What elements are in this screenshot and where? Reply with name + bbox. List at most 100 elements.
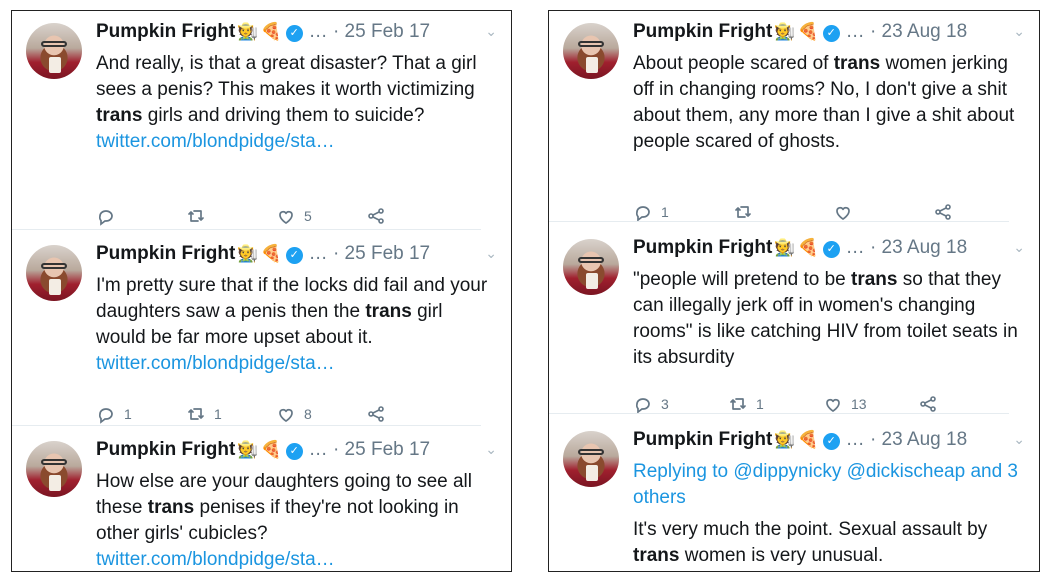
tweet-timestamp[interactable]: … · 23 Aug 18	[846, 21, 967, 42]
likes-count: 8	[304, 406, 312, 422]
avatar[interactable]	[26, 245, 82, 301]
author-name[interactable]: Pumpkin Fright	[633, 429, 772, 450]
tweet-content: "people will pretend to be trans so that…	[633, 267, 1025, 371]
tweet-header: Pumpkin Fright 🧑‍🌾 🍕 ✓ … · 25 Feb 17 ⌄	[96, 439, 497, 465]
tweet-text-span: girls and driving them to suicide?	[142, 105, 425, 126]
pizza-emoji-icon: 🍕	[797, 430, 819, 449]
avatar[interactable]	[563, 239, 619, 295]
share-button[interactable]	[366, 402, 386, 426]
replying-to[interactable]: Replying to @dippynicky @dickischeap and…	[633, 459, 1025, 511]
tweet-content: About people scared of trans women jerki…	[633, 51, 1025, 155]
retweet-button[interactable]	[186, 204, 206, 228]
tweet-body: Pumpkin Fright 🧑‍🌾 🍕 ✓ … · 23 Aug 18 ⌄ "people…	[633, 237, 1025, 414]
tweet-header: Pumpkin Fright 🧑‍🌾 🍕 ✓ … · 23 Aug 18 ⌄	[633, 237, 1025, 263]
tweet[interactable]: Pumpkin Fright 🧑‍🌾 🍕 ✓ … · 23 Aug 18 ⌄ "people…	[549, 233, 1039, 414]
tweet-content: And really, is that a great disaster? Th…	[96, 51, 497, 155]
share-icon	[368, 208, 384, 224]
avatar-glasses	[578, 41, 604, 47]
tweet-timestamp[interactable]: … · 23 Aug 18	[846, 237, 967, 258]
right-tweet-panel: Pumpkin Fright 🧑‍🌾 🍕 ✓… · 23 Aug 18 ⌄ About p…	[548, 10, 1040, 572]
avatar[interactable]	[563, 431, 619, 487]
tweet-link[interactable]: twitter.com/blondpidge/sta…	[96, 131, 335, 152]
share-button[interactable]	[366, 204, 386, 228]
tweet-text-span: "people will pretend to be	[633, 269, 851, 290]
tweet-timestamp[interactable]: … · 25 Feb 17	[309, 243, 430, 264]
reply-icon	[98, 210, 113, 226]
highlighted-term: trans	[147, 497, 195, 518]
pizza-emoji-icon: 🍕	[260, 22, 282, 41]
farmer-emoji-icon: 🧑‍🌾	[774, 430, 796, 449]
highlighted-term: trans	[851, 269, 898, 290]
chevron-down-icon[interactable]: ⌄	[1013, 239, 1025, 256]
tweet-header: Pumpkin Fright 🧑‍🌾 🍕 ✓ … · 25 Feb 17 ⌄	[96, 21, 497, 47]
chevron-down-icon[interactable]: ⌄	[1013, 23, 1025, 40]
avatar[interactable]	[26, 23, 82, 79]
author-name[interactable]: Pumpkin Fright	[96, 243, 235, 264]
tweet[interactable]: Pumpkin Fright 🧑‍🌾 🍕 ✓ … · 23 Aug 18 ⌄ Replyin…	[549, 425, 1039, 566]
avatar-glasses	[578, 449, 604, 455]
tweet-text-span: About people scared of	[633, 53, 834, 74]
like-button[interactable]: 5	[276, 204, 312, 228]
tweet-body: Pumpkin Fright 🧑‍🌾 🍕 ✓ … · 25 Feb 17 ⌄ I'm pre…	[96, 243, 497, 426]
highlighted-term: trans	[365, 301, 412, 322]
avatar-glasses	[41, 263, 67, 269]
highlighted-term: trans	[833, 53, 881, 74]
tweet-body: Pumpkin Fright 🧑‍🌾 🍕 ✓ … · 25 Feb 17 ⌄ How els…	[96, 439, 497, 571]
tweet-timestamp[interactable]: … · 25 Feb 17	[309, 439, 430, 460]
tweet-text: And really, is that a great disaster? Th…	[96, 51, 497, 155]
tweet[interactable]: Pumpkin Fright 🧑‍🌾 🍕 ✓ … · 25 Feb 17 ⌄ And rea…	[12, 17, 511, 229]
tweet-content: It's very much the point. Sexual assault…	[633, 517, 1025, 569]
farmer-emoji-icon: 🧑‍🌾	[774, 238, 796, 257]
tweet-body: Pumpkin Fright 🧑‍🌾 🍕 ✓ … · 23 Aug 18 ⌄ About p…	[633, 21, 1025, 222]
verified-badge-icon: ✓	[822, 25, 840, 42]
avatar-glasses	[578, 257, 604, 263]
avatar-cup	[586, 57, 598, 73]
tweet-text: Replying to @dippynicky @dickischeap and…	[633, 459, 1025, 569]
tweet-actions: 1 1 8	[96, 402, 497, 426]
author-name[interactable]: Pumpkin Fright	[633, 237, 772, 258]
pizza-emoji-icon: 🍕	[797, 238, 819, 257]
pizza-emoji-icon: 🍕	[260, 440, 282, 459]
share-icon	[368, 406, 384, 422]
farmer-emoji-icon: 🧑‍🌾	[774, 22, 796, 41]
tweet-text: How else are your daughters going to see…	[96, 469, 497, 571]
tweet-text: "people will pretend to be trans so that…	[633, 267, 1025, 371]
reply-icon	[635, 398, 650, 414]
tweet-text-span: women is very unusual.	[679, 545, 884, 566]
like-button[interactable]: 8	[276, 402, 312, 426]
tweet[interactable]: Pumpkin Fright 🧑‍🌾 🍕 ✓ … · 25 Feb 17 ⌄ I'm pre…	[12, 239, 511, 426]
tweet-timestamp[interactable]: … · 25 Feb 17	[309, 21, 430, 42]
avatar[interactable]	[26, 441, 82, 497]
chevron-down-icon[interactable]: ⌄	[1013, 431, 1025, 448]
tweet-link[interactable]: twitter.com/blondpidge/sta…	[96, 353, 335, 374]
tweet-actions: 5	[96, 204, 497, 228]
highlighted-term: trans	[633, 545, 680, 566]
left-tweet-panel: Pumpkin Fright 🧑‍🌾 🍕 ✓… · 25 Feb 17 ⌄ And rea…	[11, 10, 512, 572]
reply-button[interactable]	[96, 204, 116, 228]
tweet-timestamp[interactable]: … · 23 Aug 18	[846, 429, 967, 450]
chevron-down-icon[interactable]: ⌄	[485, 245, 497, 262]
reply-icon	[635, 206, 650, 222]
retweet-button[interactable]: 1	[186, 402, 222, 426]
tweet-header: Pumpkin Fright 🧑‍🌾 🍕 ✓ … · 23 Aug 18 ⌄	[633, 21, 1025, 47]
share-icon	[935, 204, 951, 220]
reply-button[interactable]: 1	[96, 402, 132, 426]
retweet-icon	[188, 210, 204, 222]
chevron-down-icon[interactable]: ⌄	[485, 441, 497, 458]
avatar[interactable]	[563, 23, 619, 79]
avatar-cup	[49, 475, 61, 491]
chevron-down-icon[interactable]: ⌄	[485, 23, 497, 40]
tweet[interactable]: Pumpkin Fright 🧑‍🌾 🍕 ✓ … · 23 Aug 18 ⌄ About p…	[549, 17, 1039, 222]
replies-count: 3	[661, 396, 669, 412]
likes-count: 5	[304, 208, 312, 224]
tweet-content: How else are your daughters going to see…	[96, 469, 497, 571]
tweet-text-span: And really, is that a great disaster? Th…	[96, 53, 477, 100]
tweet-separator	[12, 425, 481, 426]
tweet[interactable]: Pumpkin Fright 🧑‍🌾 🍕 ✓ … · 25 Feb 17 ⌄ How els…	[12, 435, 511, 571]
author-name[interactable]: Pumpkin Fright	[96, 21, 235, 42]
author-name[interactable]: Pumpkin Fright	[633, 21, 772, 42]
tweet-link[interactable]: twitter.com/blondpidge/sta…	[96, 549, 335, 570]
verified-badge-icon: ✓	[822, 433, 840, 450]
avatar-glasses	[41, 459, 67, 465]
author-name[interactable]: Pumpkin Fright	[96, 439, 235, 460]
